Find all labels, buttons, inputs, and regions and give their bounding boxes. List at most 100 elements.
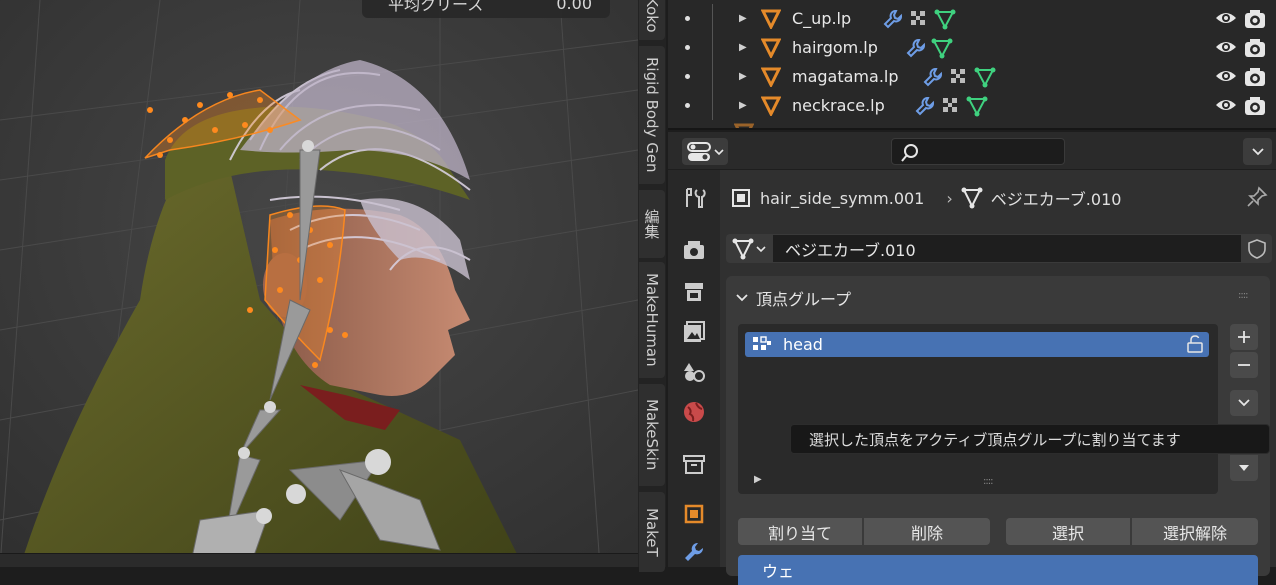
visibility-dot[interactable] bbox=[685, 16, 690, 21]
move-down-button[interactable] bbox=[1230, 455, 1258, 481]
select-button[interactable]: 選択 bbox=[1006, 518, 1130, 545]
wrench-icon[interactable] bbox=[922, 66, 944, 88]
outliner-row[interactable]: ▶ magatama.lp bbox=[668, 62, 1276, 91]
expand-arrow-icon[interactable]: ▶ bbox=[739, 100, 747, 111]
camera-icon[interactable] bbox=[1244, 67, 1266, 87]
properties-tabs bbox=[668, 170, 720, 567]
outliner-row[interactable]: ▶ C_up.lp bbox=[668, 4, 1276, 33]
editor-type-button[interactable] bbox=[682, 138, 728, 165]
lattice-icon[interactable] bbox=[908, 8, 930, 30]
vertex-group-actions: 割り当て 削除 選択 選択解除 bbox=[738, 518, 1258, 545]
eye-icon[interactable] bbox=[1215, 10, 1237, 26]
plus-icon bbox=[1238, 331, 1250, 343]
datablock-selector: ベジエカーブ.010 bbox=[726, 234, 1272, 263]
vertex-group-icon[interactable] bbox=[966, 95, 988, 117]
wrench-icon[interactable] bbox=[905, 37, 927, 59]
object-name[interactable]: magatama.lp bbox=[792, 67, 899, 86]
deselect-button[interactable]: 選択解除 bbox=[1132, 518, 1258, 545]
crease-value[interactable]: 0.00 bbox=[556, 0, 592, 13]
eye-icon[interactable] bbox=[1215, 97, 1237, 113]
expand-arrow-icon[interactable]: ▶ bbox=[739, 42, 747, 53]
camera-icon[interactable] bbox=[1244, 9, 1266, 29]
remove-button[interactable]: 削除 bbox=[864, 518, 990, 545]
pin-icon[interactable] bbox=[1246, 186, 1268, 208]
tab-output[interactable] bbox=[678, 276, 710, 308]
chevron-down-icon bbox=[736, 294, 748, 302]
tab-maket[interactable]: MakeT bbox=[639, 492, 665, 572]
outliner-row-partial[interactable] bbox=[668, 120, 1276, 128]
eye-icon[interactable] bbox=[1215, 68, 1237, 84]
tab-render[interactable] bbox=[678, 234, 710, 266]
tab-rigid-body-gen[interactable]: Rigid Body Gen bbox=[639, 46, 665, 184]
tab-label: MakeHuman bbox=[643, 273, 661, 367]
vertex-group-icon[interactable] bbox=[931, 37, 953, 59]
outliner-row[interactable]: ▶ hairgom.lp bbox=[668, 33, 1276, 62]
tab-label: MakeSkin bbox=[643, 399, 661, 471]
tab-world[interactable] bbox=[678, 396, 710, 428]
object-name[interactable]: hairgom.lp bbox=[792, 38, 878, 57]
list-item[interactable]: head bbox=[745, 332, 1209, 357]
wrench-icon[interactable] bbox=[882, 8, 904, 30]
header-options-button[interactable] bbox=[1243, 138, 1272, 165]
resize-handle-icon[interactable]: :::: bbox=[983, 476, 994, 487]
properties-editor[interactable]: hair_side_symm.001 › ベジエカーブ.010 ベジエカーブ.0… bbox=[668, 132, 1276, 585]
tooltip-text: 選択した頂点をアクティブ頂点グループに割り当てます bbox=[809, 430, 1181, 449]
breadcrumb: hair_side_symm.001 › ベジエカーブ.010 bbox=[730, 186, 1121, 210]
object-name[interactable]: neckrace.lp bbox=[792, 96, 885, 115]
tab-collection[interactable] bbox=[678, 448, 710, 480]
visibility-dot[interactable] bbox=[685, 45, 690, 50]
eye-icon[interactable] bbox=[1215, 39, 1237, 55]
tab-scene[interactable] bbox=[678, 356, 710, 388]
tab-label: 編集 bbox=[642, 209, 661, 239]
curve-data-icon bbox=[732, 238, 754, 259]
lattice-icon[interactable] bbox=[948, 66, 970, 88]
outliner[interactable]: ▶ C_up.lp ▶ hairgom.lp ▶ magatama.lp ▶ n… bbox=[668, 0, 1276, 130]
3d-viewport[interactable]: 平均クリース 0.00 bbox=[0, 0, 638, 567]
visibility-dot[interactable] bbox=[685, 103, 690, 108]
chevron-down-icon bbox=[1238, 399, 1250, 407]
drag-handle-icon[interactable]: :::: bbox=[1238, 290, 1249, 301]
wrench-icon[interactable] bbox=[914, 95, 936, 117]
tab-object[interactable] bbox=[678, 498, 710, 530]
datablock-browse-button[interactable] bbox=[726, 234, 772, 263]
camera-icon[interactable] bbox=[1244, 38, 1266, 58]
fake-user-button[interactable] bbox=[1242, 234, 1272, 263]
unlock-icon[interactable] bbox=[1185, 335, 1205, 353]
tab-koko[interactable]: Koko bbox=[639, 0, 665, 40]
add-vertex-group-button[interactable] bbox=[1230, 324, 1258, 350]
tab-tool[interactable] bbox=[678, 182, 710, 214]
tab-makeskin[interactable]: MakeSkin bbox=[639, 384, 665, 486]
properties-content: hair_side_symm.001 › ベジエカーブ.010 ベジエカーブ.0… bbox=[720, 170, 1276, 585]
panel-title: 頂点グループ bbox=[756, 290, 852, 309]
visibility-dot[interactable] bbox=[685, 74, 690, 79]
object-name[interactable]: C_up.lp bbox=[792, 9, 851, 28]
expand-arrow-icon[interactable]: ▶ bbox=[739, 13, 747, 24]
vertex-group-icon[interactable] bbox=[934, 8, 956, 30]
tab-makehuman[interactable]: MakeHuman bbox=[639, 262, 665, 378]
chevron-down-icon bbox=[713, 148, 724, 155]
search-input[interactable] bbox=[891, 138, 1065, 165]
panel-header[interactable]: 頂点グループ bbox=[736, 286, 851, 310]
weight-slider[interactable]: ウェ bbox=[738, 555, 1258, 585]
camera-icon[interactable] bbox=[1244, 96, 1266, 116]
npanel-tabs: Koko Rigid Body Gen 編集 MakeHuman MakeSki… bbox=[638, 0, 666, 572]
vertex-group-list[interactable]: head ▶ :::: bbox=[738, 324, 1218, 494]
viewport-scene[interactable] bbox=[0, 0, 638, 567]
outliner-row[interactable]: ▶ neckrace.lp bbox=[668, 91, 1276, 120]
tab-view-layer[interactable] bbox=[678, 316, 710, 348]
tab-edit[interactable]: 編集 bbox=[639, 190, 665, 258]
tab-modifiers[interactable] bbox=[678, 536, 710, 568]
lattice-icon[interactable] bbox=[940, 95, 962, 117]
breadcrumb-object: hair_side_symm.001 bbox=[760, 188, 925, 208]
expand-arrow-icon[interactable]: ▶ bbox=[739, 71, 747, 82]
datablock-name-field[interactable]: ベジエカーブ.010 bbox=[772, 234, 1242, 263]
triangle-down-icon bbox=[1239, 465, 1249, 471]
assign-button[interactable]: 割り当て bbox=[738, 518, 862, 545]
specials-menu-button[interactable] bbox=[1230, 390, 1258, 416]
properties-header bbox=[668, 132, 1276, 170]
expand-arrow-icon[interactable]: ▶ bbox=[754, 474, 762, 485]
remove-vertex-group-button[interactable] bbox=[1230, 352, 1258, 378]
search-icon bbox=[901, 144, 918, 162]
vertex-group-icon[interactable] bbox=[974, 66, 996, 88]
output-icon bbox=[685, 283, 703, 301]
